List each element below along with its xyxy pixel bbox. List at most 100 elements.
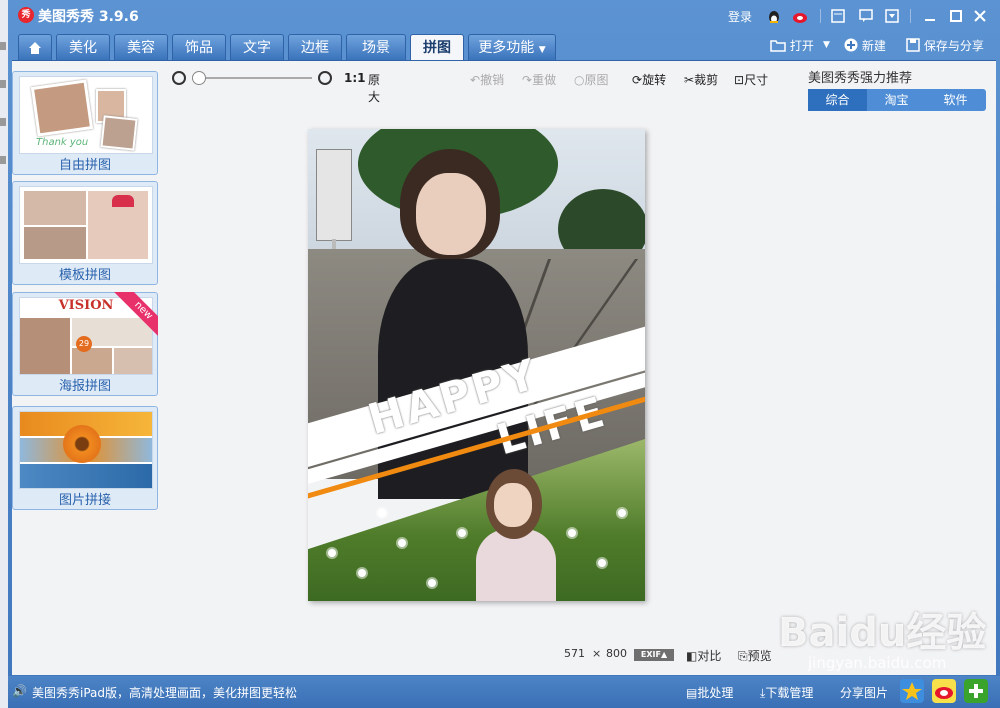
minimize-icon[interactable] xyxy=(922,8,938,24)
zoom-ratio: 1:1 xyxy=(344,71,366,85)
crop-label: 裁剪 xyxy=(694,73,719,87)
tab-frame[interactable]: 边框 xyxy=(288,34,342,60)
promo-text[interactable]: 美图秀秀iPad版，高清处理画面，美化拼图更轻松 xyxy=(32,684,297,701)
original-size-button[interactable]: 原大 xyxy=(368,71,380,105)
save-share-label: 保存与分享 xyxy=(923,39,984,53)
tab-more[interactable]: 更多功能 ▼ xyxy=(468,34,556,60)
free-collage-thumbnail: Thank you xyxy=(19,76,153,154)
rotate-label: 旋转 xyxy=(642,73,667,87)
share-image-button[interactable]: 分享图片 xyxy=(840,684,888,701)
exif-button[interactable]: EXIF▲ xyxy=(634,649,674,661)
resize-label: 尺寸 xyxy=(744,73,769,87)
preview-button[interactable]: ⎘预览 xyxy=(738,647,772,664)
download-label: 下载管理 xyxy=(765,686,814,700)
new-button[interactable]: 新建 xyxy=(844,37,886,54)
redo-label: 重做 xyxy=(532,73,557,87)
exif-label: EXIF xyxy=(640,650,661,659)
image-stitch-thumbnail xyxy=(19,411,153,489)
template-collage-thumbnail xyxy=(19,186,153,264)
new-badge-label: new xyxy=(114,292,158,336)
zoom-out-icon[interactable] xyxy=(172,71,186,85)
baidu-watermark-url: jingyan.baidu.com xyxy=(808,654,947,672)
download-manager-button[interactable]: ⤓下载管理 xyxy=(760,684,813,701)
background-window-edge xyxy=(0,0,8,708)
open-button[interactable]: 打开 xyxy=(770,37,814,54)
save-share-button[interactable]: 保存与分享 xyxy=(906,37,984,54)
preview-label: 预览 xyxy=(747,649,772,663)
recommend-title: 美图秀秀强力推荐 xyxy=(808,71,913,86)
tab-scene[interactable]: 场景 xyxy=(346,34,406,60)
zoom-slider-track[interactable] xyxy=(194,77,312,79)
bottom-bar: 🔊 美图秀秀iPad版，高清处理画面，美化拼图更轻松 ▤批处理 ⤓下载管理 分享… xyxy=(8,676,1000,708)
baidu-watermark: Baidu经验 xyxy=(778,610,987,656)
resize-button[interactable]: ⊡尺寸 xyxy=(734,71,768,88)
rotate-button[interactable]: ⟳旋转 xyxy=(632,71,666,88)
sidebar-item-poster-collage[interactable]: VISION 29 new 海报拼图 xyxy=(12,292,158,396)
poster-collage-label: 海报拼图 xyxy=(58,379,111,394)
station-sign xyxy=(316,149,352,241)
new-label: 新建 xyxy=(861,39,886,53)
original-image-label: 原图 xyxy=(584,73,609,87)
login-link[interactable]: 登录 xyxy=(728,8,752,25)
close-icon[interactable] xyxy=(972,8,988,24)
crop-button[interactable]: ✂裁剪 xyxy=(684,71,718,88)
undo-label: 撤销 xyxy=(480,73,505,87)
chevron-down-icon: ▼ xyxy=(538,45,546,55)
qq-icon[interactable] xyxy=(766,8,782,24)
template-collage-label: 模板拼图 xyxy=(58,268,111,283)
photo-canvas[interactable]: HAPPY LIFE xyxy=(308,129,645,601)
sidebar-item-image-stitch[interactable]: 图片拼接 xyxy=(12,406,158,510)
weibo-share-icon[interactable] xyxy=(932,679,956,703)
compare-label: 对比 xyxy=(697,649,722,663)
maximize-icon[interactable] xyxy=(948,8,964,24)
undo-button[interactable]: ↶撤销 xyxy=(470,71,504,88)
redo-button[interactable]: ↷重做 xyxy=(522,71,556,88)
app-logo-icon: 秀 xyxy=(18,7,34,23)
dimension-times: × xyxy=(592,647,602,660)
compare-button[interactable]: ◧对比 xyxy=(686,647,721,664)
tab-collage[interactable]: 拼图 xyxy=(410,34,464,60)
photo-girl-field xyxy=(476,469,556,601)
tab-beautify[interactable]: 美化 xyxy=(56,34,110,60)
image-height: 800 xyxy=(606,647,627,660)
sidebar-item-free-collage[interactable]: Thank you 自由拼图 xyxy=(12,71,158,175)
add-share-icon[interactable] xyxy=(964,679,988,703)
folder-icon xyxy=(770,40,786,52)
menu-icon[interactable] xyxy=(884,8,900,24)
weibo-icon[interactable] xyxy=(792,8,808,24)
title-bar: 秀 美图秀秀 3.9.6 登录 xyxy=(8,0,1000,32)
new-badge: new xyxy=(114,292,158,336)
home-icon xyxy=(29,42,41,54)
tab-text[interactable]: 文字 xyxy=(230,34,284,60)
open-dropdown-chevron-icon[interactable]: ▼ xyxy=(823,40,830,50)
app-window: 秀 美图秀秀 3.9.6 登录 美化 美容 饰品 文字 边框 场景 拼图 更多功… xyxy=(8,0,1000,708)
tab-home[interactable] xyxy=(18,34,52,60)
image-stitch-label: 图片拼接 xyxy=(58,493,111,508)
qzone-icon[interactable] xyxy=(900,679,924,703)
image-width: 571 xyxy=(564,647,585,660)
tab-more-label: 更多功能 xyxy=(478,40,535,56)
recommend-tab-general[interactable]: 综合 xyxy=(808,89,867,111)
free-collage-caption: Thank you xyxy=(36,137,89,148)
plus-circle-icon xyxy=(844,38,858,52)
zoom-slider-knob[interactable] xyxy=(192,71,206,85)
open-label: 打开 xyxy=(789,39,814,53)
free-collage-label: 自由拼图 xyxy=(58,158,111,173)
recommend-tab-taobao[interactable]: 淘宝 xyxy=(867,89,926,111)
batch-button[interactable]: ▤批处理 xyxy=(686,684,733,701)
sidebar-item-template-collage[interactable]: 模板拼图 xyxy=(12,181,158,285)
feedback-icon[interactable] xyxy=(858,8,874,24)
workspace: Thank you 自由拼图 模板拼图 VISION 29 new 海报拼图 图… xyxy=(12,60,996,675)
speaker-icon: 🔊 xyxy=(12,684,27,698)
batch-label: 批处理 xyxy=(697,686,734,700)
window-title: 美图秀秀 3.9.6 xyxy=(38,9,139,25)
recommend-tabs: 综合 淘宝 软件 xyxy=(808,89,986,111)
save-icon xyxy=(906,38,920,52)
zoom-in-icon[interactable] xyxy=(318,71,332,85)
tab-accessories[interactable]: 饰品 xyxy=(172,34,226,60)
recommend-tab-software[interactable]: 软件 xyxy=(926,89,985,111)
skin-icon[interactable] xyxy=(830,8,846,24)
tab-beauty[interactable]: 美容 xyxy=(114,34,168,60)
original-image-button[interactable]: ○原图 xyxy=(574,71,609,88)
recommend-panel: 美图秀秀强力推荐 综合 淘宝 软件 xyxy=(808,67,986,111)
